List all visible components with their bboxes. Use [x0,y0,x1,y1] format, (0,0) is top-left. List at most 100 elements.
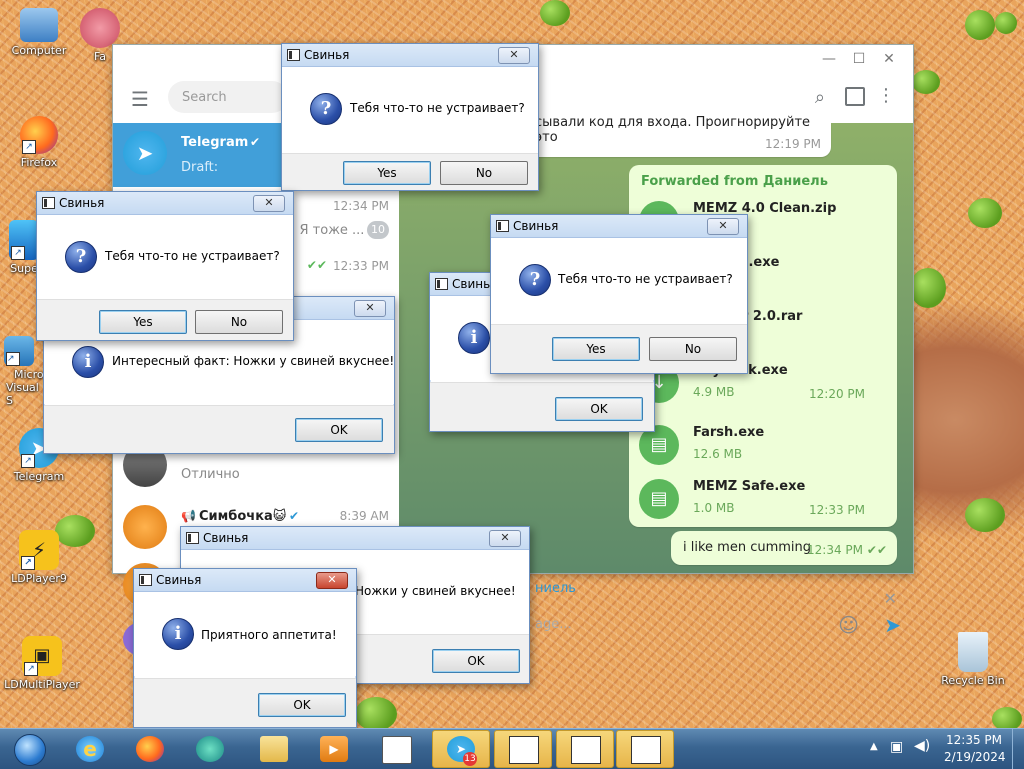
verified-icon: ✔ [250,135,261,149]
close-reply-icon[interactable]: ✕ [884,589,897,608]
yes-button[interactable]: Yes [343,161,431,185]
show-desktop-button[interactable] [1012,729,1024,769]
ok-button[interactable]: OK [432,649,520,673]
sidebar-toggle-icon[interactable] [845,87,865,106]
ok-button[interactable]: OK [295,418,383,442]
message-input[interactable]: age... [535,617,572,632]
info-icon: i [458,322,490,354]
file-item[interactable]: ▤ Farsh.exe 12.6 MB [639,419,839,469]
desktop-icon-firefox[interactable]: ↗ Firefox [4,116,74,169]
shortcut-arrow-icon: ↗ [6,352,20,366]
message-bubble: сывали код для входа. Проигнорируйте это… [525,115,831,157]
taskbar: e ▶ ➤ 13 ▲ ▣ ◀) 12:35 PM 2/19/2024 [0,728,1024,769]
close-button[interactable]: ✕ [316,572,348,589]
no-button[interactable]: No [195,310,283,334]
taskbar-firefox[interactable] [122,731,178,767]
dialog-footer: OK [430,382,654,431]
window-icon [435,278,448,290]
desktop-icon-label: Supe [10,262,38,275]
minimize-icon[interactable]: — [819,51,839,67]
computer-icon [20,8,58,42]
taskbar-explorer[interactable] [246,731,302,767]
shortcut-arrow-icon: ↗ [11,246,25,260]
emoji-icon[interactable]: ☺ [838,613,859,637]
forwarded-from-label[interactable]: Forwarded from Даниель [641,174,828,189]
taskbar-ie[interactable]: e [62,731,118,767]
message-bubble: i like men cumming 12:34 PM ✔✔ [671,531,897,565]
app-icon [196,736,224,762]
desktop-icon-label: Firefox [20,156,58,169]
firefox-icon [136,736,164,762]
message-time: 12:20 PM [809,387,865,401]
desktop-icon-recycle-bin[interactable]: Recycle Bin [938,632,1008,687]
show-hidden-icons-icon[interactable]: ▲ [870,741,878,752]
window-icon [496,220,509,232]
telegram-unread-badge: 13 [463,752,477,766]
desktop-icon-computer[interactable]: Computer [4,8,74,57]
window-icon [42,197,55,209]
clock-time[interactable]: 12:35 PM [946,733,1002,747]
yes-button[interactable]: Yes [552,337,640,361]
start-button[interactable] [4,731,54,767]
shortcut-arrow-icon: ↗ [21,454,35,468]
visual-studio-icon: ↗ [4,336,34,366]
verified-icon: ✔ [289,509,300,523]
file-size: 1.0 MB [693,501,735,515]
volume-icon[interactable]: ◀) [914,738,930,754]
brain-icon [80,8,120,48]
no-button[interactable]: No [649,337,737,361]
taskbar-media-player[interactable]: ▶ [306,731,362,767]
menu-icon[interactable]: ☰ [131,87,149,111]
search-input[interactable]: Search [168,81,288,113]
file-name: MEMZ Safe.exe [693,479,806,494]
dialog-appetite: Свинья ✕ i Приятного аппетита! OK [133,568,357,728]
close-button[interactable]: ✕ [707,218,739,235]
network-icon[interactable]: ▣ [890,739,903,755]
dialog-title: Свинья [513,219,559,233]
chat-time: 12:34 PM [333,199,389,213]
ok-button[interactable]: OK [555,397,643,421]
message-text: i like men cumming [683,540,812,555]
taskbar-app[interactable] [182,731,238,767]
dialog-message: Тебя что-то не устраивает? [558,272,733,286]
desktop-icon-ldmultiplayer[interactable]: ▣ ↗ LDMultiPlayer [0,636,84,691]
file-icon: ▤ [639,479,679,519]
firefox-icon: ↗ [20,116,58,154]
dialog-titlebar: Свинья ✕ [491,215,747,238]
dialog-titlebar: Свинья ✕ [37,192,293,215]
dialog-body: ? Тебя что-то не устраивает? [491,238,747,324]
close-button[interactable]: ✕ [354,300,386,317]
window-icon [287,49,300,61]
taskbar-telegram[interactable]: ➤ 13 [432,730,490,768]
ok-button[interactable]: OK [258,693,346,717]
close-icon[interactable]: ✕ [879,51,899,67]
dialog-message: Тебя что-то не устраивает? [105,249,280,263]
search-icon[interactable]: ⌕ [815,87,825,108]
double-check-icon: ✔✔ [306,258,327,272]
windows-orb-icon [14,734,46,766]
taskbar-dialog[interactable] [616,730,674,768]
more-icon[interactable]: ⋮ [877,85,895,106]
close-button[interactable]: ✕ [498,47,530,64]
yes-button[interactable]: Yes [99,310,187,334]
desktop-icon-ldplayer9[interactable]: ⚡ ↗ LDPlayer9 [4,530,74,585]
close-button[interactable]: ✕ [489,530,521,547]
close-button[interactable]: ✕ [253,195,285,212]
desktop-icon-label: Fa [93,50,107,63]
chat-preview: Отлично [181,467,240,482]
window-icon [509,736,539,764]
taskbar-dialog[interactable] [494,730,552,768]
taskbar-app[interactable] [368,731,424,767]
taskbar-dialog[interactable] [556,730,614,768]
dialog-message: Ножки у свиней вкуснее! [355,584,516,598]
internet-explorer-icon: e [76,736,104,762]
clock-date[interactable]: 2/19/2024 [944,750,1006,764]
dialog-title: Свинья [59,196,105,210]
maximize-icon[interactable]: ☐ [849,51,869,67]
question-icon: ? [310,93,342,125]
no-button[interactable]: No [440,161,528,185]
folder-icon [260,736,288,762]
file-item[interactable]: ▤ MEMZ Safe.exe 1.0 MB 12:33 PM [639,473,889,523]
desktop-icon-visual-studio[interactable]: ↗ Micro Visual S [4,336,46,407]
send-icon[interactable]: ➤ [884,613,901,637]
